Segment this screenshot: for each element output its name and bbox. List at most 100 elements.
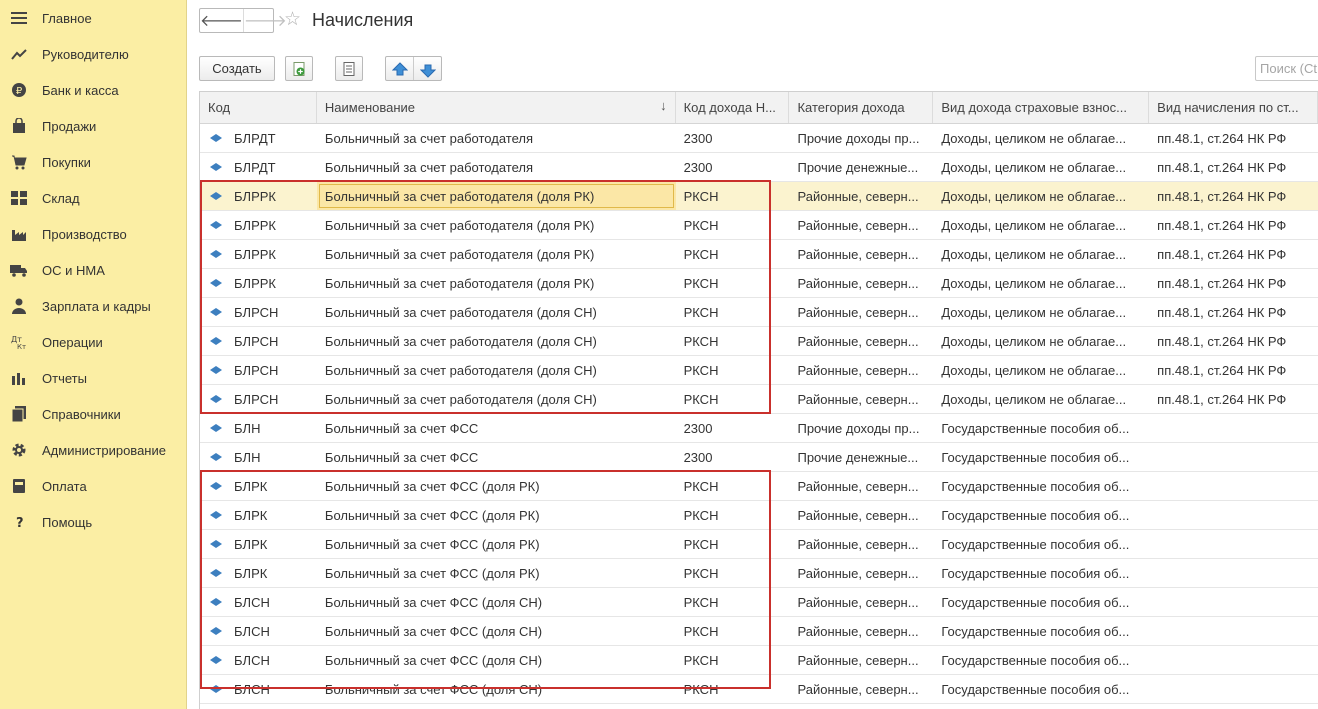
sidebar-item-4[interactable]: Продажи xyxy=(0,108,186,144)
sidebar-item-6[interactable]: Склад xyxy=(0,180,186,216)
svg-text:₽: ₽ xyxy=(16,86,23,97)
back-button[interactable]: 🡐 xyxy=(200,9,243,32)
sidebar-item-8[interactable]: ОС и НМА xyxy=(0,252,186,288)
sidebar-item-13[interactable]: Администрирование xyxy=(0,432,186,468)
cell-text: БЛРРК xyxy=(234,247,276,262)
table-cell: пп.48.1, ст.264 НК РФ xyxy=(1149,211,1318,239)
table-cell: БЛРК xyxy=(200,472,317,500)
table-row[interactable]: БЛРРК Больничный за счет работодателя (до… xyxy=(200,211,1318,240)
table-row[interactable]: БЛРСН Больничный за счет работодателя (до… xyxy=(200,385,1318,414)
cell-text: Больничный за счет ФСС xyxy=(324,450,479,465)
cell-text: РКСН xyxy=(683,479,719,494)
cell-text: Прочие денежные... xyxy=(797,160,919,175)
table-cell: Больничный за счет работодателя xyxy=(317,124,676,152)
column-header-1[interactable]: Код xyxy=(200,92,317,123)
cell-text: Районные, северн... xyxy=(797,247,919,262)
table-row[interactable]: БЛРК Больничный за счет ФСС (доля РК) РКСН… xyxy=(200,501,1318,530)
table-cell: Доходы, целиком не облагае... xyxy=(933,269,1149,297)
table-cell: пп.48.1, ст.264 НК РФ xyxy=(1149,240,1318,268)
table-row[interactable]: БЛСН Больничный за счет ФСС (доля СН) РКСН… xyxy=(200,617,1318,646)
table-row[interactable]: БЛРК Больничный за счет ФСС (доля РК) РКСН… xyxy=(200,559,1318,588)
move-down-button[interactable] xyxy=(413,57,441,80)
table-row[interactable]: БЛРК Больничный за счет ФСС (доля РК) РКСН… xyxy=(200,472,1318,501)
sidebar-item-11[interactable]: Отчеты xyxy=(0,360,186,396)
table-row[interactable]: БЛН Больничный за счет ФСС 2300 Прочие дохо… xyxy=(200,414,1318,443)
trend-chart-icon xyxy=(9,45,29,63)
table-row[interactable]: БЛРДТ Больничный за счет работодателя 2300… xyxy=(200,153,1318,182)
table-row[interactable]: БЛРСН Больничный за счет работодателя (до… xyxy=(200,356,1318,385)
table-cell: БЛСН xyxy=(200,646,317,674)
column-header-2[interactable]: Наименование ↓ xyxy=(317,92,676,123)
table-cell: РКСН xyxy=(676,298,790,326)
cell-text: Районные, северн... xyxy=(797,508,919,523)
cell-text: пп.48.1, ст.264 НК РФ xyxy=(1157,334,1287,349)
table-cell: Доходы, целиком не облагае... xyxy=(933,385,1149,413)
create-button[interactable]: Создать xyxy=(199,56,275,81)
table-cell: Больничный за счет ФСС (доля РК) xyxy=(317,472,676,500)
cell-text: Районные, северн... xyxy=(797,537,919,552)
column-header-label: Наименование xyxy=(324,100,416,115)
sidebar-item-15[interactable]: ? Помощь xyxy=(0,504,186,540)
column-header-6[interactable]: Вид начисления по ст... xyxy=(1149,92,1318,123)
table-cell: Районные, северн... xyxy=(789,182,933,210)
table-cell: РКСН xyxy=(676,182,790,210)
search-input[interactable]: Поиск (Ct xyxy=(1255,56,1318,81)
table-row[interactable]: БЛСН Больничный за счет ФСС (доля СН) РКСН… xyxy=(200,588,1318,617)
column-header-5[interactable]: Вид дохода страховые взнос... xyxy=(933,92,1150,123)
column-header-label: Вид начисления по ст... xyxy=(1157,100,1299,115)
sidebar-item-5[interactable]: Покупки xyxy=(0,144,186,180)
list-button[interactable] xyxy=(335,56,363,81)
table-cell: БЛРДТ xyxy=(200,153,317,181)
table-row[interactable]: БЛРДТ Больничный за счет работодателя 2300… xyxy=(200,124,1318,153)
table-cell: РКСН xyxy=(676,501,790,529)
cell-text: Больничный за счет работодателя (доля СН… xyxy=(324,363,597,378)
table-cell: Доходы, целиком не облагае... xyxy=(933,211,1149,239)
column-header-4[interactable]: Категория дохода xyxy=(789,92,934,123)
table-cell: Больничный за счет работодателя xyxy=(317,153,676,181)
table-cell: 2300 xyxy=(676,124,790,152)
table-cell: пп.48.1, ст.264 НК РФ xyxy=(1149,153,1318,181)
sidebar-item-14[interactable]: Оплата xyxy=(0,468,186,504)
table-cell: Доходы, целиком не облагае... xyxy=(933,240,1149,268)
table-row[interactable]: БЛРСН Больничный за счет работодателя (до… xyxy=(200,327,1318,356)
cell-text: Районные, северн... xyxy=(797,479,919,494)
shopping-bag-icon xyxy=(9,117,29,135)
table-cell: Государственные пособия об... xyxy=(933,501,1149,529)
table-cell: Доходы, целиком не облагае... xyxy=(933,327,1149,355)
payment-icon xyxy=(9,477,29,495)
move-up-button[interactable] xyxy=(386,61,413,76)
table-cell: Прочие денежные... xyxy=(789,153,933,181)
table-cell: 2300 xyxy=(676,153,790,181)
sidebar-item-9[interactable]: Зарплата и кадры xyxy=(0,288,186,324)
cell-text: 2300 xyxy=(683,450,713,465)
table-cell xyxy=(1149,675,1318,703)
table-row[interactable]: БЛСН Больничный за счет ФСС (доля СН) РКСН… xyxy=(200,675,1318,704)
table-row[interactable]: БЛРРК Больничный за счет работодателя (до… xyxy=(200,182,1318,211)
table-cell: РКСН xyxy=(676,327,790,355)
table-cell: Районные, северн... xyxy=(789,269,933,297)
table-cell: БЛРСН xyxy=(200,356,317,384)
copy-button[interactable] xyxy=(285,56,313,81)
table-row[interactable]: БЛН Больничный за счет ФСС 2300 Прочие дене… xyxy=(200,443,1318,472)
table-cell: Доходы, целиком не облагае... xyxy=(933,124,1149,152)
sidebar-item-12[interactable]: Справочники xyxy=(0,396,186,432)
table-row[interactable]: БЛРСН Больничный за счет работодателя (до… xyxy=(200,298,1318,327)
table-cell xyxy=(1149,559,1318,587)
table-cell: РКСН xyxy=(676,588,790,616)
sidebar-item-1[interactable]: Главное xyxy=(0,0,186,36)
sidebar-item-3[interactable]: ₽ Банк и касса xyxy=(0,72,186,108)
table-row[interactable]: БЛРРК Больничный за счет работодателя (до… xyxy=(200,269,1318,298)
column-header-3[interactable]: Код дохода Н... xyxy=(676,92,790,123)
cell-text: Государственные пособия об... xyxy=(941,479,1130,494)
table-row[interactable]: БЛСН Больничный за счет ФСС (доля СН) РКСН… xyxy=(200,646,1318,675)
table-row[interactable]: БЛРРК Больничный за счет работодателя (до… xyxy=(200,240,1318,269)
sidebar-item-7[interactable]: Производство xyxy=(0,216,186,252)
cell-text: РКСН xyxy=(683,305,719,320)
gear-icon xyxy=(9,441,29,459)
cell-text: Больничный за счет работодателя (доля СН… xyxy=(324,392,597,407)
forward-button[interactable]: 🡒 xyxy=(242,9,287,32)
sidebar-item-10[interactable]: Дт Кт Операции xyxy=(0,324,186,360)
table-row[interactable]: БЛРК Больничный за счет ФСС (доля РК) РКСН… xyxy=(200,530,1318,559)
sidebar-item-2[interactable]: Руководителю xyxy=(0,36,186,72)
star-icon[interactable]: ☆ xyxy=(284,10,301,30)
